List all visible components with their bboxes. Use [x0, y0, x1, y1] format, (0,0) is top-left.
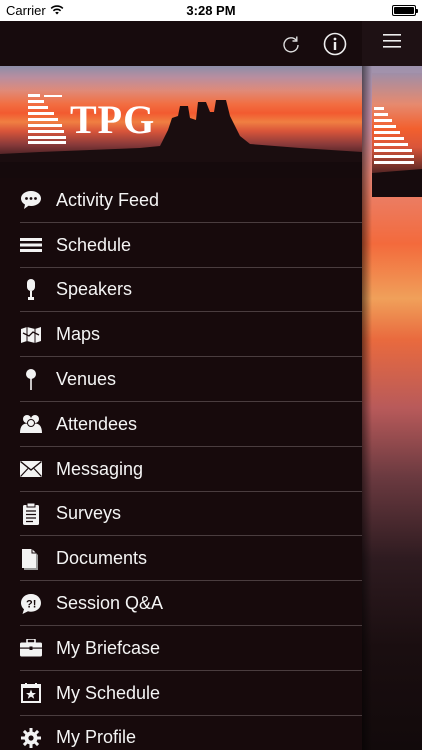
menu-item-venues[interactable]: Venues	[0, 357, 362, 402]
documents-icon	[20, 548, 42, 570]
wifi-icon	[50, 3, 64, 18]
speech-bubble-icon	[20, 189, 42, 211]
svg-text:?!: ?!	[26, 598, 36, 610]
main-content-peek[interactable]	[362, 21, 422, 750]
menu-toggle-button[interactable]	[362, 21, 422, 66]
menu-label: Surveys	[56, 503, 122, 524]
menu-label: Schedule	[56, 234, 132, 255]
menu-item-activity-feed[interactable]: Activity Feed	[0, 178, 362, 223]
menu-label: My Profile	[56, 727, 137, 748]
menu-item-my-schedule[interactable]: My Schedule	[0, 671, 362, 716]
menu-label: My Briefcase	[56, 637, 161, 658]
menu-label: Venues	[56, 369, 117, 390]
menu-item-my-briefcase[interactable]: My Briefcase	[0, 626, 362, 671]
tpg-logo: TPG	[28, 94, 155, 144]
hamburger-icon	[383, 34, 401, 53]
menu-item-documents[interactable]: Documents	[0, 536, 362, 581]
menu-label: Messaging	[56, 458, 144, 479]
logo-text: TPG	[70, 96, 156, 142]
microphone-icon	[20, 278, 42, 301]
battery-icon	[392, 5, 418, 16]
menu-label: Maps	[56, 324, 101, 345]
pin-icon	[20, 368, 42, 391]
banner-thumbnail	[372, 73, 422, 197]
status-bar: Carrier 3:28 PM	[0, 0, 422, 21]
refresh-icon[interactable]	[278, 31, 304, 57]
menu-item-session-qa[interactable]: ?! Session Q&A	[0, 581, 362, 626]
carrier-label: Carrier	[6, 3, 46, 18]
menu-item-surveys[interactable]: Surveys	[0, 492, 362, 537]
info-icon[interactable]	[322, 31, 348, 57]
question-bubble-icon: ?!	[20, 593, 42, 615]
map-icon	[20, 324, 42, 346]
clipboard-icon	[20, 502, 42, 525]
menu-label: Session Q&A	[56, 593, 164, 614]
menu-item-schedule[interactable]: Schedule	[0, 223, 362, 268]
star-calendar-icon	[20, 682, 42, 704]
drawer-shadow	[362, 66, 372, 750]
menu-label: Speakers	[56, 279, 133, 300]
people-icon	[20, 413, 42, 435]
menu-item-attendees[interactable]: Attendees	[0, 402, 362, 447]
logo-mark	[28, 94, 66, 144]
menu-label: My Schedule	[56, 682, 161, 703]
menu-label: Attendees	[56, 413, 138, 434]
menu-label: Activity Feed	[56, 189, 160, 210]
menu-item-my-profile[interactable]: My Profile	[0, 716, 362, 750]
gear-icon	[20, 727, 42, 749]
menu-item-speakers[interactable]: Speakers	[0, 268, 362, 313]
lines-icon	[20, 234, 42, 256]
status-left: Carrier	[6, 3, 64, 18]
envelope-icon	[20, 458, 42, 480]
banner-image: TPG	[0, 66, 362, 178]
menu-item-messaging[interactable]: Messaging	[0, 447, 362, 492]
side-drawer: TPG Activity Feed Schedule Speakers Maps…	[0, 21, 362, 750]
drawer-toolbar	[0, 21, 362, 66]
navigation-menu: Activity Feed Schedule Speakers Maps Ven…	[0, 178, 362, 750]
briefcase-icon	[20, 637, 42, 659]
menu-item-maps[interactable]: Maps	[0, 312, 362, 357]
menu-label: Documents	[56, 548, 148, 569]
logo-mark-partial	[372, 107, 422, 197]
